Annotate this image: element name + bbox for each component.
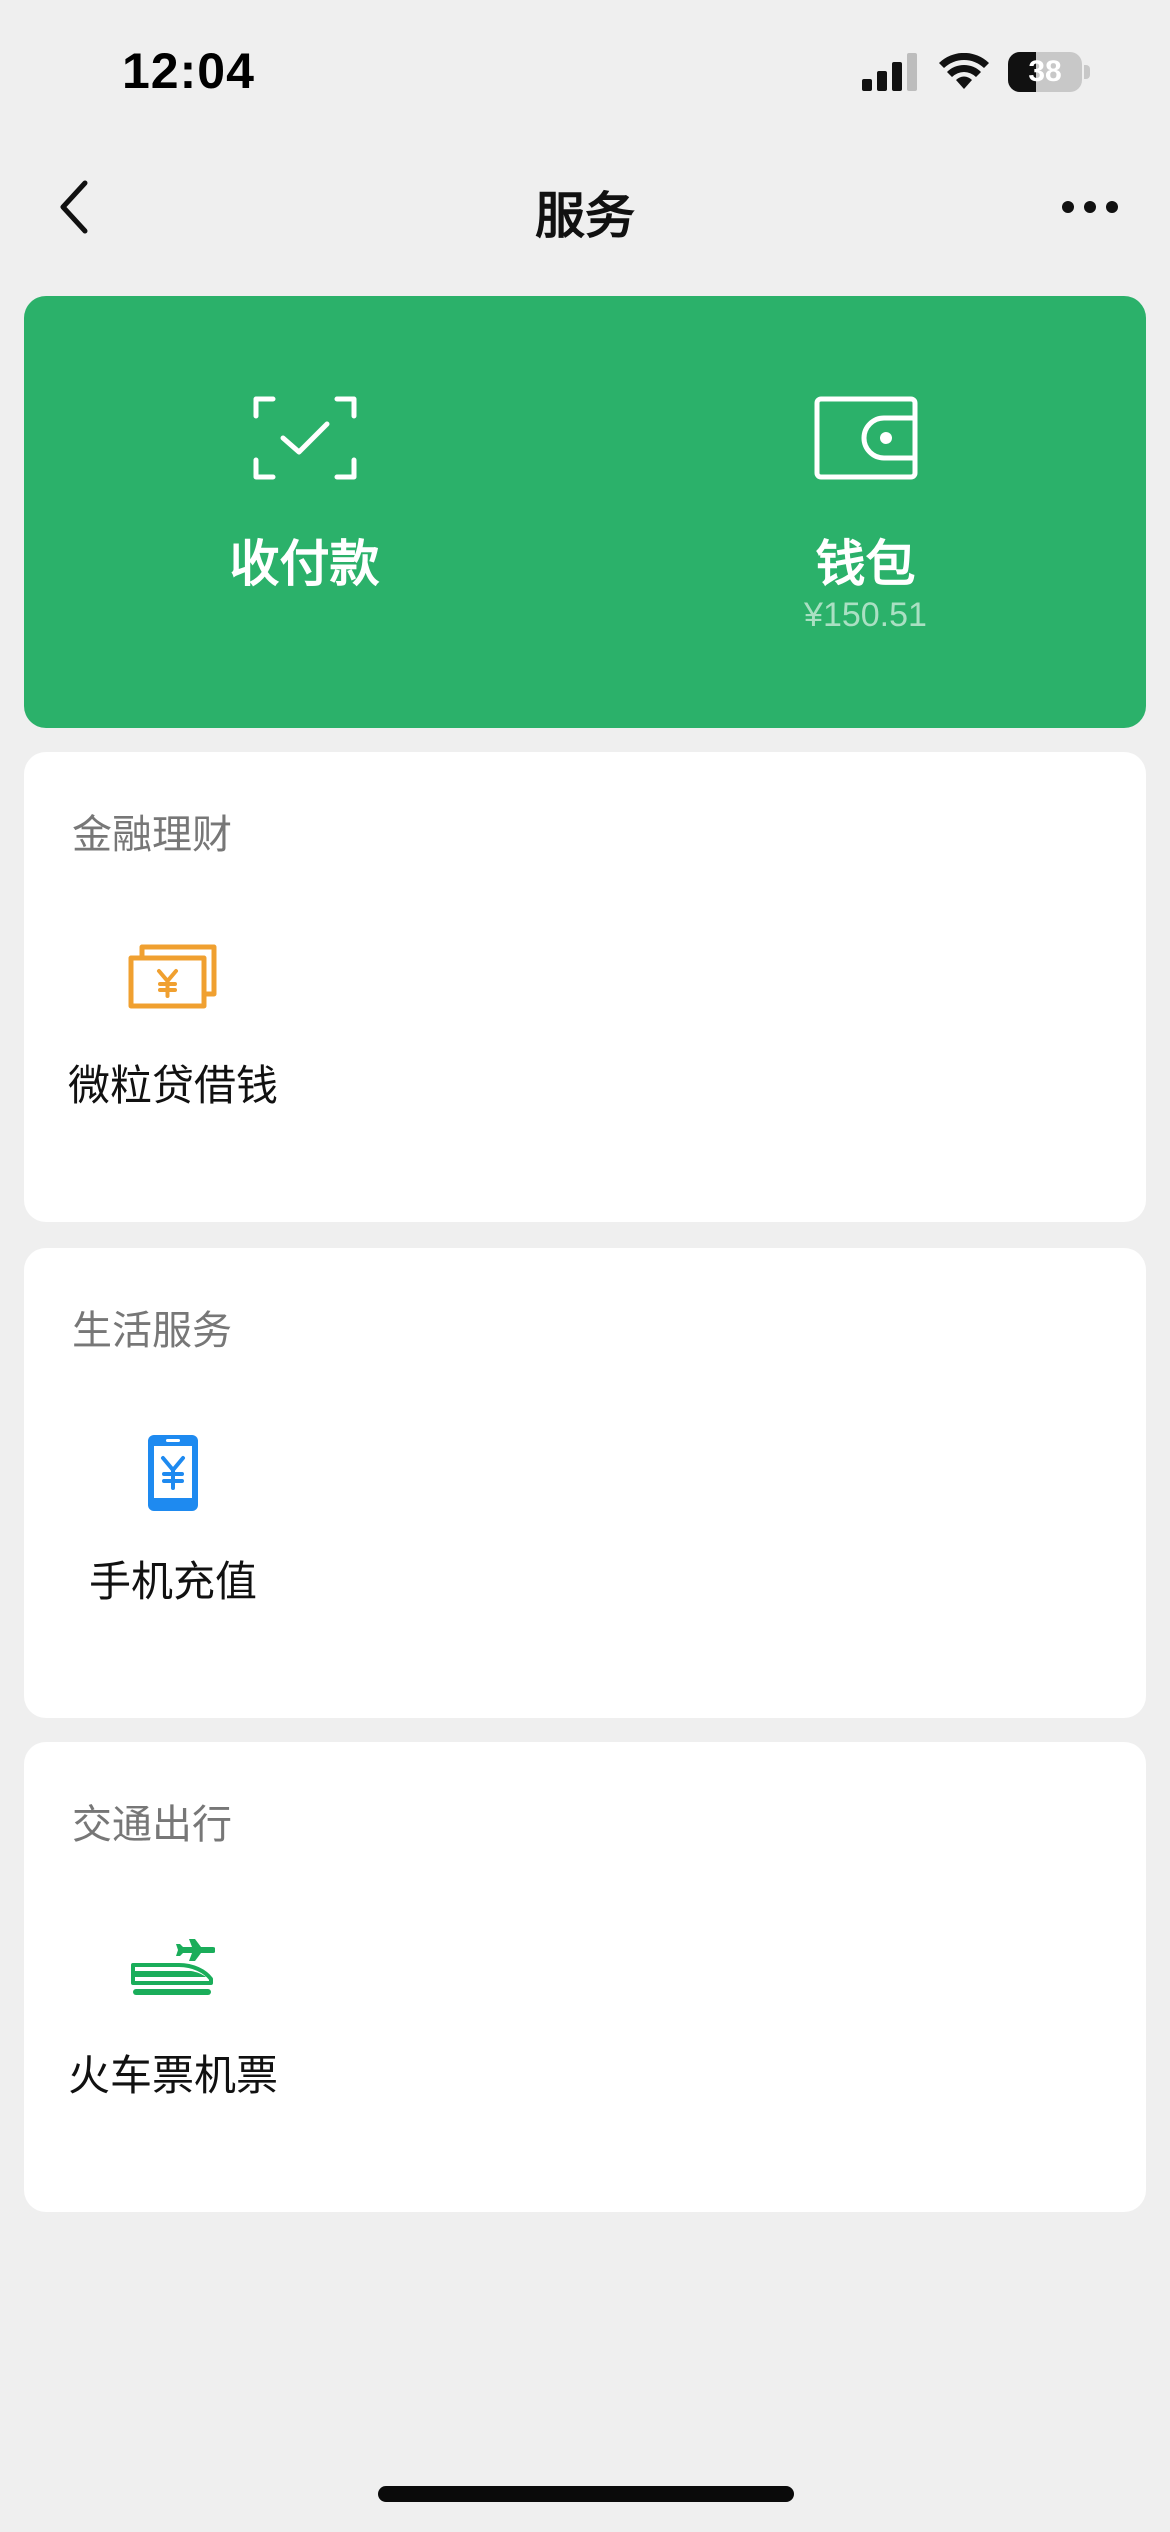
train-plane-icon [131,1939,215,1995]
wallet-button[interactable]: 钱包 ¥150.51 [585,296,1146,728]
section-life: 生活服务 手机充值 [24,1248,1146,1718]
status-bar: 12:04 38 [0,0,1170,150]
battery-icon: 38 [1008,52,1090,92]
pay-banner: 收付款 钱包 ¥150.51 [24,296,1146,728]
page-title: 服务 [535,187,635,245]
section-title: 生活服务 [72,1308,232,1354]
cellular-signal-icon [862,53,917,91]
section-finance: 金融理财 微粒贷借钱 [24,752,1146,1222]
section-title: 交通出行 [72,1802,232,1848]
yuan-bills-icon [128,944,217,1009]
pay-receive-button[interactable]: 收付款 [24,296,585,728]
service-page: 12:04 38 服务 收付款 钱包 ¥150.51 金融理财 微粒贷借钱 生活… [0,0,1170,2532]
more-button[interactable] [1050,172,1130,242]
section-title: 金融理财 [72,812,232,858]
service-label: 火车票机票 [67,2051,278,2100]
home-indicator[interactable] [378,2486,794,2502]
pay-receive-label: 收付款 [229,535,380,593]
service-item-weilidai[interactable]: 微粒贷借钱 [48,932,298,1152]
status-icons: 38 [862,52,1090,92]
scan-check-icon [253,396,356,480]
wallet-balance: ¥150.51 [804,596,927,634]
nav-bar: 服务 [0,150,1170,265]
wallet-label: 钱包 [815,535,916,593]
service-label: 微粒贷借钱 [67,1061,278,1110]
status-time: 12:04 [122,43,255,99]
section-transport: 交通出行 火车票机票 [24,1742,1146,2212]
service-label: 手机充值 [88,1557,257,1606]
more-dots-icon [1062,201,1118,213]
wifi-icon [939,53,989,89]
phone-recharge-icon [148,1435,198,1511]
wallet-icon [814,396,917,480]
service-item-train-plane[interactable]: 火车票机票 [48,1922,298,2142]
service-item-phone-recharge[interactable]: 手机充值 [48,1428,298,1648]
battery-level: 38 [1028,55,1062,88]
